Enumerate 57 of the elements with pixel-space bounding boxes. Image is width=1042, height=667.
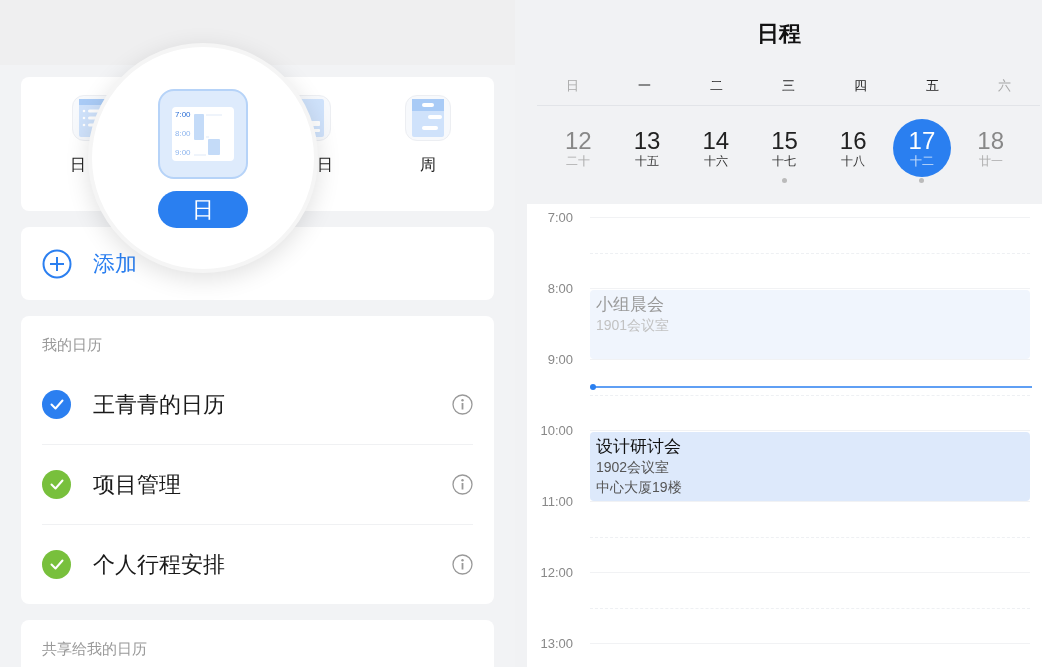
lunar-date: 十六 <box>703 154 728 168</box>
time-label: 8:00 <box>175 129 191 139</box>
hour-label: 12:00 <box>539 566 573 582</box>
date-number: 12 <box>565 128 592 154</box>
weekday-label: 日 <box>565 76 581 95</box>
section-title: 共享给我的日历 <box>42 639 148 659</box>
week-calendar-icon[interactable] <box>404 95 451 141</box>
info-icon[interactable] <box>452 393 473 415</box>
date-cell[interactable]: 15 十七 <box>750 119 819 185</box>
weekday-label: 四 <box>852 76 868 95</box>
view-option-label[interactable]: 周 <box>419 155 436 175</box>
weekday-label: 三 <box>781 76 796 95</box>
time-label: 9:00 <box>175 148 191 158</box>
event-title: 小组晨会 <box>596 294 665 315</box>
date-cell[interactable]: 16 十八 <box>818 119 888 185</box>
date-number: 16 <box>839 128 867 154</box>
lunar-date: 十二 <box>909 154 934 168</box>
date-number: 13 <box>633 128 661 154</box>
view-option-label[interactable]: 日 <box>317 155 334 175</box>
view-option-label[interactable]: 日 <box>70 155 86 175</box>
event-detail: 中心大厦19楼 <box>596 478 683 497</box>
date-number: 17 <box>908 128 936 154</box>
info-icon[interactable] <box>452 554 473 575</box>
date-number: 15 <box>771 128 798 154</box>
hour-label: 10:00 <box>539 424 573 440</box>
date-number: 18 <box>977 128 1004 154</box>
lunar-date: 十五 <box>635 154 660 168</box>
lunar-date: 十八 <box>841 154 866 168</box>
date-cell[interactable]: 13 十五 <box>612 119 682 185</box>
hour-label: 9:00 <box>546 353 573 369</box>
weekday-label: 二 <box>709 76 725 95</box>
section-title: 我的日历 <box>42 335 103 355</box>
add-icon[interactable] <box>42 248 72 279</box>
hour-label: 7:00 <box>546 211 573 227</box>
lunar-date: 廿一 <box>978 154 1003 168</box>
weekday-label: 六 <box>996 76 1012 95</box>
date-cell[interactable]: 14 十六 <box>681 119 751 185</box>
hour-label: 11:00 <box>540 495 573 511</box>
event-detail: 1902会议室 <box>596 458 671 477</box>
hour-label: 13:00 <box>539 637 573 653</box>
lunar-date: 二十 <box>566 154 591 168</box>
hour-label: 8:00 <box>546 282 573 298</box>
day-view-icon[interactable]: 7:00 8:00 9:00 <box>158 89 248 179</box>
info-icon[interactable] <box>452 474 473 495</box>
event-title: 设计研讨会 <box>596 436 682 457</box>
calendar-name[interactable]: 王青青的日历 <box>93 387 452 421</box>
page-title: 日程 <box>755 19 802 48</box>
calendar-name[interactable]: 项目管理 <box>93 468 452 501</box>
calendar-name[interactable]: 个人行程安排 <box>93 548 452 581</box>
view-mode-pill[interactable]: 日 <box>158 191 248 228</box>
event-detail: 1901会议室 <box>596 316 671 335</box>
weekday-label: 五 <box>924 76 940 95</box>
lunar-date: 十七 <box>772 154 797 168</box>
event-card[interactable]: 设计研讨会 1902会议室 中心大厦19楼 <box>590 432 1030 501</box>
weekday-label: 一 <box>637 76 653 95</box>
time-label: 7:00 <box>175 110 191 120</box>
date-number: 14 <box>702 128 730 154</box>
